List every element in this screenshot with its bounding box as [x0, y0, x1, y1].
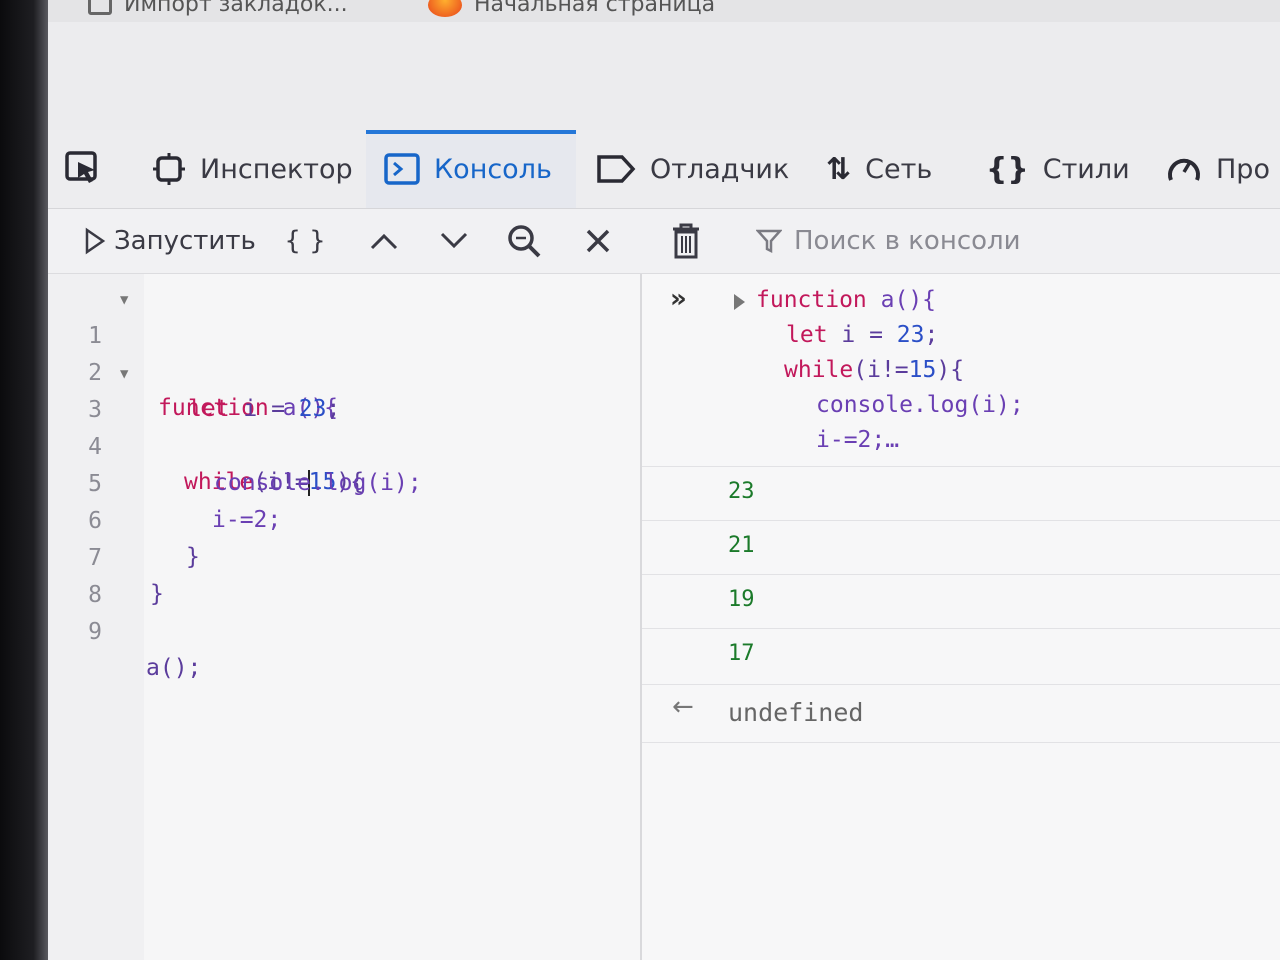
console-search[interactable]	[756, 217, 1276, 265]
editor-line: 7 }	[48, 504, 640, 607]
clear-console-button[interactable]	[666, 217, 706, 265]
console-search-input[interactable]	[792, 225, 1256, 257]
log-output: 17	[728, 641, 755, 666]
divider	[642, 466, 1280, 467]
debugger-icon	[597, 155, 636, 183]
inspector-icon	[153, 153, 185, 185]
editor-line: 4 console.log(i);	[48, 393, 640, 496]
tab-performance-label: Про	[1216, 153, 1270, 185]
pretty-print-icon: { }	[284, 226, 326, 256]
bookmark-import-icon	[88, 0, 112, 15]
console-echo-line: while(i!=15){	[784, 352, 964, 388]
tab-performance[interactable]: Про	[1148, 130, 1280, 208]
code-number: 15	[908, 357, 937, 383]
code-text: (i!=	[853, 357, 909, 383]
tab-styles[interactable]: {} Стили	[968, 130, 1148, 208]
bookmark-start-page[interactable]: Начальная страница	[428, 0, 715, 17]
code-text: a();	[146, 655, 202, 681]
search-history-icon	[508, 225, 541, 258]
console-echo-line: function a(){	[756, 282, 936, 318]
console-icon	[384, 153, 420, 185]
trash-icon	[673, 223, 699, 259]
close-editor-button[interactable]	[578, 217, 618, 265]
code-number: 23	[896, 322, 925, 348]
bookmark-start-page-label: Начальная страница	[474, 0, 716, 17]
chevron-up-icon	[370, 233, 398, 250]
editor-line: 9 a();	[48, 578, 640, 681]
chevron-down-icon	[440, 232, 468, 249]
code-text: .log(i);	[912, 392, 1024, 418]
console-toolbar: Запустить { }	[48, 209, 1280, 274]
reverse-search-button[interactable]	[502, 217, 546, 265]
pretty-print-button[interactable]: { }	[280, 217, 330, 265]
console-echo-line: console.log(i);	[816, 387, 1024, 423]
return-arrow-icon: ←	[672, 692, 694, 722]
page-content	[48, 22, 1280, 130]
history-up-button[interactable]	[364, 217, 404, 265]
tab-network-label: Сеть	[865, 153, 933, 185]
bookmark-import-label: Импорт закладок...	[124, 0, 348, 17]
devtools-panel: Инспектор Консоль Отладчик ⇅ Сеть {} Сти…	[48, 130, 1280, 960]
tab-styles-label: Стили	[1042, 153, 1130, 185]
tab-debugger-label: Отладчик	[650, 153, 790, 185]
filter-icon	[756, 229, 782, 254]
code-text: a(){	[866, 287, 937, 313]
console-output: » function a(){ let i = 23; while(i!=15)…	[642, 274, 1280, 960]
tab-network[interactable]: ⇅ Сеть	[808, 130, 950, 208]
close-icon	[586, 229, 610, 253]
run-button[interactable]: Запустить	[84, 217, 256, 265]
editor-line: 8	[48, 541, 640, 608]
performance-gauge-icon	[1168, 158, 1200, 181]
element-picker-icon[interactable]	[64, 150, 100, 186]
tab-console[interactable]: Консоль	[366, 130, 576, 208]
multiline-editor[interactable]: 1 ▼ function a(){ 2 let i = 23; 3 ▼ whil…	[48, 274, 642, 960]
return-value: undefined	[728, 698, 864, 727]
firefox-icon	[428, 0, 462, 17]
tab-debugger[interactable]: Отладчик	[578, 130, 807, 208]
editor-line: 1 ▼ function a(){	[48, 282, 640, 421]
run-button-label: Запустить	[114, 226, 256, 256]
log-output: 19	[728, 587, 755, 612]
editor-line: 6 }	[48, 467, 640, 570]
console-echo-line: i-=2;…	[816, 422, 899, 458]
fold-arrow-icon[interactable]: ▼	[120, 356, 128, 392]
log-output: 21	[728, 533, 755, 558]
divider	[642, 742, 1280, 743]
code-text: i =	[827, 322, 897, 348]
monitor-bezel	[0, 0, 48, 960]
line-number: 9	[88, 619, 102, 645]
bookmark-import[interactable]: Импорт закладок...	[88, 0, 348, 17]
input-prompt-icon: »	[670, 284, 687, 314]
code-text: ;	[924, 322, 939, 348]
divider	[642, 684, 1280, 685]
log-output: 23	[728, 479, 755, 504]
code-text: console	[816, 392, 913, 418]
tab-console-label: Консоль	[434, 153, 552, 185]
devtools-tabbar: Инспектор Консоль Отладчик ⇅ Сеть {} Сти…	[48, 130, 1280, 209]
play-icon	[85, 227, 106, 255]
code-keyword: let	[786, 322, 828, 348]
styles-braces-icon: {}	[986, 151, 1029, 187]
fold-arrow-icon[interactable]: ▼	[120, 282, 128, 318]
code-keyword: function	[756, 287, 867, 313]
divider	[642, 628, 1280, 629]
editor-line: 5 i-=2;	[48, 430, 640, 533]
divider	[642, 574, 1280, 575]
network-arrows-icon: ⇅	[826, 151, 852, 187]
history-down-button[interactable]	[434, 217, 474, 265]
divider	[642, 520, 1280, 521]
editor-line: 2 let i = 23;	[48, 319, 640, 422]
expand-arrow-icon[interactable]	[734, 294, 745, 310]
console-echo-line: let i = 23;	[786, 317, 938, 353]
code-text: ){	[936, 357, 965, 383]
code-text: i-=2;…	[816, 427, 900, 453]
editor-line: 3 ▼ while(i!=15){	[48, 356, 640, 496]
tab-inspector[interactable]: Инспектор	[134, 130, 371, 208]
bookmarks-bar: Импорт закладок... Начальная страница	[48, 0, 1280, 22]
code-keyword: while	[784, 357, 854, 383]
tab-inspector-label: Инспектор	[200, 153, 353, 185]
